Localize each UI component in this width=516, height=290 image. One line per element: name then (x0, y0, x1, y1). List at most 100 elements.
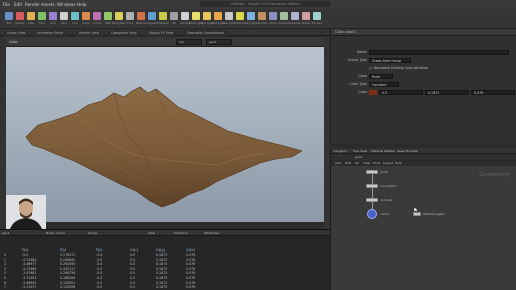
table-cell: 0.132006 (60, 285, 76, 290)
table-cell: 0.076 (186, 285, 196, 290)
node-normal1[interactable] (366, 198, 378, 202)
table-cell: -3.21437 (22, 285, 37, 290)
color-b-field[interactable]: 0.076 (471, 90, 515, 95)
shelf-tool-icon (214, 12, 222, 20)
color-r-field[interactable]: 0.5 (379, 90, 423, 95)
spreadsheet-intrinsics[interactable]: Intrinsics (174, 231, 188, 235)
color-swatch[interactable] (369, 90, 377, 95)
viewport-context-field[interactable]: obj (176, 39, 202, 45)
spreadsheet-path[interactable]: geo1 (2, 231, 10, 235)
network-editor[interactable]: /obj/geo1 Tree View Material Palette Ass… (330, 148, 516, 290)
shelf-tool-icon (71, 12, 79, 20)
network-context-watermark: Geometry (479, 172, 510, 178)
spreadsheet-group[interactable]: Group: (88, 231, 98, 235)
spreadsheet-view[interactable]: View (148, 231, 155, 235)
spreadsheet-attributes[interactable]: Attributes: (204, 231, 220, 235)
shelf-tool-icon (115, 12, 123, 20)
table-cell: 7 (4, 285, 7, 290)
param-label: Group Type (347, 58, 367, 62)
spreadsheet-node[interactable]: Node: color1 (46, 231, 65, 235)
window-title: Untitled - Houdini FX Education Edition (200, 1, 330, 7)
shelf-tool-icon (258, 12, 266, 20)
menu-render[interactable]: Render (25, 2, 40, 7)
menu-help[interactable]: Help (77, 2, 87, 7)
scene-viewport[interactable] (6, 47, 324, 222)
tab-render-view[interactable]: Render View (76, 30, 102, 36)
table-cell: -5.0 (96, 285, 103, 290)
node-mountain1[interactable] (366, 184, 378, 188)
pane-tab-row: Scene View Animation Editor Render View … (0, 29, 330, 36)
shelf-tool-icon (280, 12, 288, 20)
tab-motion-fx-view[interactable]: Motion FX View (146, 30, 177, 36)
menu-assets[interactable]: Assets (41, 2, 55, 7)
network-menu-edit[interactable]: Edit (345, 161, 351, 165)
node-label: attribwrangle1 (423, 212, 446, 216)
shelf-tool-icon (104, 12, 112, 20)
color-type-dropdown[interactable]: Constant (369, 82, 399, 87)
shelf-tool-icon (170, 12, 178, 20)
mouse-cursor-icon (413, 206, 419, 214)
network-menu-add[interactable]: Add (335, 161, 341, 165)
network-tab-asset-browser[interactable]: Asset Browser (397, 149, 418, 153)
shelf-tool-icon (93, 12, 101, 20)
color-g-field[interactable]: 0.1873 (425, 90, 469, 95)
node-wire (372, 188, 373, 198)
name-field[interactable] (369, 50, 509, 55)
table-cell: 0.1873 (156, 285, 168, 290)
presenter-image (6, 195, 46, 229)
network-menu-view[interactable]: View (363, 161, 370, 165)
node-label: color1 (380, 212, 390, 216)
param-pane-tabbar: Color color1 (331, 29, 516, 36)
shelf-tool-icon (137, 12, 145, 20)
param-row-normalize: Normalize Existing Color Attribute (331, 65, 516, 72)
network-menu-go[interactable]: Go (355, 161, 359, 165)
normalize-checkbox[interactable] (369, 67, 372, 70)
viewport-object-field[interactable]: geo1 (206, 39, 232, 45)
column-header: P[x] (22, 248, 29, 252)
geometry-spreadsheet: geo1 Node: color1 Group: View Intrinsics… (0, 229, 330, 290)
viewport-node-label: Color (9, 40, 18, 44)
param-label: Color Type (349, 82, 367, 86)
node-wire (372, 174, 373, 184)
terrain-mesh (25, 86, 303, 208)
menu-edit[interactable]: Edit (14, 2, 22, 7)
normalize-label: Normalize Existing Color Attribute (374, 66, 429, 70)
param-row-color: Color 0.5 0.1873 0.076 (331, 89, 516, 96)
menu-windows[interactable]: Windows (57, 2, 76, 7)
table-cell: 0.5 (130, 285, 136, 290)
shelf-tool-label: VR Cam (311, 22, 323, 25)
shelf-tool-icon (82, 12, 90, 20)
param-row-name: Name (331, 49, 516, 56)
network-menu-tools[interactable]: Tools (373, 161, 380, 165)
node-label: normal1 (380, 198, 393, 202)
group-type-dropdown[interactable]: Guess from Group (369, 58, 411, 63)
network-path[interactable]: geo1 (355, 155, 363, 159)
shelf-tool-icon (302, 12, 310, 20)
network-tab-material-palette[interactable]: Material Palette (371, 149, 395, 153)
tab-geometry-spreadsheet[interactable]: Geometry Spreadsheet (184, 30, 227, 36)
node-grid1[interactable] (366, 170, 378, 174)
shelf-tool-icon (60, 12, 68, 20)
tab-scene-view[interactable]: Scene View (4, 30, 29, 36)
node-color1[interactable] (367, 209, 377, 219)
column-header: Cd[r] (130, 248, 139, 252)
menu-file[interactable]: File (3, 2, 10, 7)
tab-composite-view[interactable]: Composite View (108, 30, 140, 36)
network-menu-help[interactable]: Help (395, 161, 402, 165)
network-tab-path[interactable]: /obj/geo1 (333, 149, 347, 153)
shelf-tool-icon (49, 12, 57, 20)
network-tab-tree-view[interactable]: Tree View (353, 149, 367, 153)
shelf-tool-icon (126, 12, 134, 20)
shelf-tool[interactable]: VR Cam (312, 11, 322, 27)
param-label: Color (358, 90, 367, 94)
shelf-tool-icon (225, 12, 233, 20)
shelf-tool-icon (313, 12, 321, 20)
shelf-tool-icon (159, 12, 167, 20)
tab-animation-editor[interactable]: Animation Editor (34, 30, 67, 36)
network-menu-layout[interactable]: Layout (383, 161, 393, 165)
param-row-group-type: Group Type Guess from Group (331, 57, 516, 64)
shelf-tool-icon (148, 12, 156, 20)
class-dropdown[interactable]: Point (369, 74, 393, 79)
menu-bar: File Edit Render Assets Windows Help Unt… (0, 0, 516, 9)
param-label: Name (356, 50, 367, 54)
